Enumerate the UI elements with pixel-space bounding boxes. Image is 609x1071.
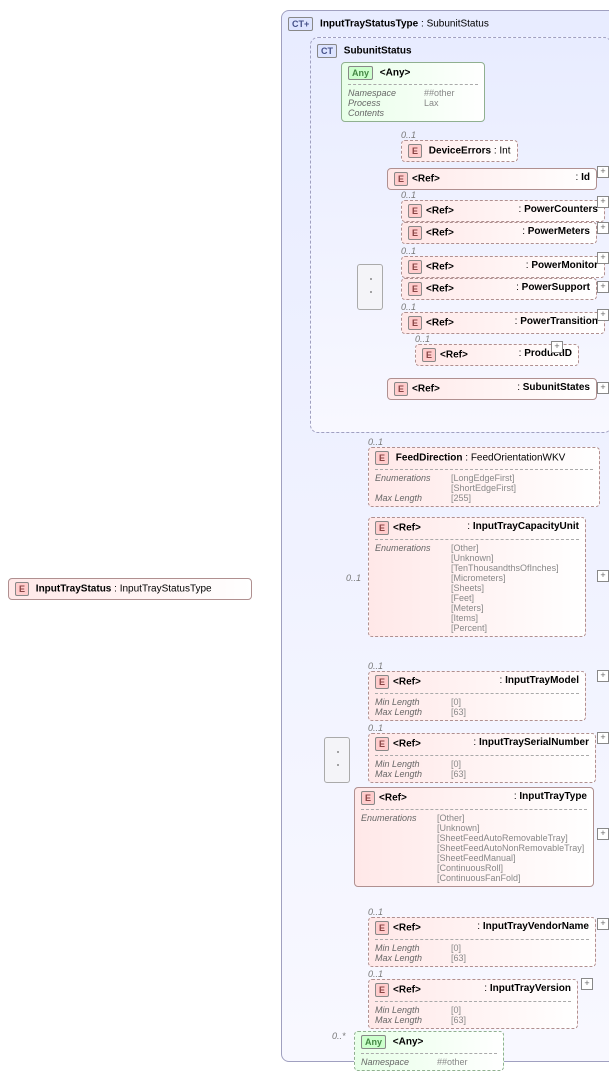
expand-icon[interactable]: + xyxy=(597,252,609,264)
complextype-tag-icon: CT+ xyxy=(288,17,313,31)
expand-icon[interactable]: + xyxy=(597,382,609,394)
element-ref-powermonitor: E<Ref> : PowerMonitor xyxy=(401,256,605,278)
element-ref-inputtraytype: E<Ref> : InputTrayType Enumerations [Oth… xyxy=(354,787,594,887)
meta-val: Lax xyxy=(424,98,478,118)
expand-icon[interactable]: + xyxy=(597,166,609,178)
meta-val: ##other xyxy=(424,88,478,98)
any-tag-icon: Any xyxy=(348,66,373,80)
element-tag-icon: E xyxy=(361,791,375,805)
ct-outer-label: InputTrayStatusType : SubunitStatus xyxy=(320,19,489,30)
ct-subunitstatus: CT SubunitStatus Any <Any> Namespace ##ot… xyxy=(310,37,609,433)
expand-icon[interactable]: + xyxy=(597,570,609,582)
ct-inputtraystatustype: CT+ InputTrayStatusType : SubunitStatus … xyxy=(281,10,609,1062)
expand-icon[interactable]: + xyxy=(581,978,593,990)
any1-label: <Any> xyxy=(380,68,411,79)
cardinality: 0..* xyxy=(332,1031,346,1041)
expand-icon[interactable]: + xyxy=(597,732,609,744)
cardinality: 0..1 xyxy=(368,969,578,979)
cardinality: 0..1 xyxy=(401,302,605,312)
element-tag-icon: E xyxy=(408,260,422,274)
element-tag-icon: E xyxy=(375,675,389,689)
meta-key: Namespace xyxy=(348,88,418,98)
root-label: InputTrayStatus : InputTrayStatusType xyxy=(36,584,212,595)
ct-sub-label: SubunitStatus xyxy=(344,46,412,57)
element-tag-icon: E xyxy=(375,451,389,465)
element-ref-inputtraycapacityunit: E<Ref> : InputTrayCapacityUnit Enumerati… xyxy=(368,517,586,637)
cardinality: 0..1 xyxy=(346,573,361,583)
element-tag-icon: E xyxy=(408,144,422,158)
element-tag-icon: E xyxy=(408,204,422,218)
cardinality: 0..1 xyxy=(401,190,605,200)
element-tag-icon: E xyxy=(15,582,29,596)
expand-icon[interactable]: + xyxy=(597,918,609,930)
choice-icon xyxy=(357,264,383,310)
element-ref-inputtrayversion: E<Ref> : InputTrayVersion Min Length[0] … xyxy=(368,979,578,1029)
element-ref-powermeters: E<Ref> : PowerMeters xyxy=(401,222,597,244)
meta-key: Process Contents xyxy=(348,98,418,118)
complextype-tag-icon: CT xyxy=(317,44,337,58)
cardinality: 0..1 xyxy=(368,723,596,733)
element-tag-icon: E xyxy=(375,983,389,997)
cardinality: 0..1 xyxy=(401,246,605,256)
element-tag-icon: E xyxy=(375,737,389,751)
element-tag-icon: E xyxy=(408,282,422,296)
element-tag-icon: E xyxy=(422,348,436,362)
cardinality: 0..1 xyxy=(368,437,600,447)
element-ref-id: E<Ref> : Id xyxy=(387,168,597,190)
element-ref-powertransition: E<Ref> : PowerTransition xyxy=(401,312,605,334)
element-tag-icon: E xyxy=(375,521,389,535)
any-wildcard: Any <Any> Namespace ##other Process Conte… xyxy=(341,62,485,122)
element-deviceerrors: E DeviceErrors : Int xyxy=(401,140,518,162)
expand-icon[interactable]: + xyxy=(597,196,609,208)
element-inputtraystatus: E InputTrayStatus : InputTrayStatusType xyxy=(8,578,252,600)
element-tag-icon: E xyxy=(394,382,408,396)
expand-icon[interactable]: + xyxy=(597,309,609,321)
expand-icon[interactable]: + xyxy=(597,670,609,682)
element-tag-icon: E xyxy=(408,316,422,330)
expand-icon[interactable]: + xyxy=(597,281,609,293)
expand-icon[interactable]: + xyxy=(597,222,609,234)
element-tag-icon: E xyxy=(394,172,408,186)
element-tag-icon: E xyxy=(375,921,389,935)
element-ref-inputtrayvendorname: E<Ref> : InputTrayVendorName Min Length[… xyxy=(368,917,596,967)
element-ref-powercounters: E<Ref> : PowerCounters xyxy=(401,200,605,222)
element-ref-subunitstates: E<Ref> : SubunitStates xyxy=(387,378,597,400)
expand-icon[interactable]: + xyxy=(597,828,609,840)
any-wildcard: Any <Any> Namespace##other xyxy=(354,1031,504,1071)
expand-icon[interactable]: + xyxy=(551,341,563,353)
cardinality: 0..1 xyxy=(368,907,596,917)
element-ref-inputtrayserialnumber: E<Ref> : InputTraySerialNumber Min Lengt… xyxy=(368,733,596,783)
any-tag-icon: Any xyxy=(361,1035,386,1049)
element-ref-powersupport: E<Ref> : PowerSupport xyxy=(401,278,597,300)
element-ref-inputtraymodel: E<Ref> : InputTrayModel Min Length[0] Ma… xyxy=(368,671,586,721)
element-feeddirection: E FeedDirection : FeedOrientationWKV Enu… xyxy=(368,447,600,507)
cardinality: 0..1 xyxy=(368,661,586,671)
sequence-icon xyxy=(324,737,350,783)
cardinality: 0..1 xyxy=(401,130,518,140)
element-tag-icon: E xyxy=(408,226,422,240)
